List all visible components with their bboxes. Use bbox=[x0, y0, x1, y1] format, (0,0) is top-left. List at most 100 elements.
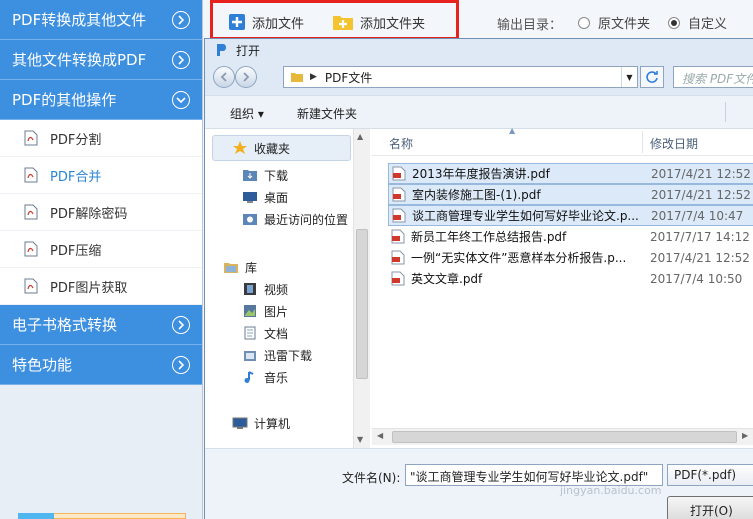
nav-label: 文档 bbox=[264, 326, 289, 341]
nav-pictures[interactable]: 图片 bbox=[205, 301, 288, 321]
nav-label: 音乐 bbox=[264, 370, 289, 385]
file-row[interactable]: 英文文章.pdf 2017/7/4 10:50 bbox=[388, 268, 753, 289]
sort-caret-icon: ▲ bbox=[509, 126, 516, 135]
downloads-folder-icon bbox=[243, 170, 257, 181]
file-row[interactable]: 谈工商管理专业学生如何写好毕业论文.p... 2017/7/4 10:47 bbox=[388, 205, 753, 226]
sidebar-item-pdf-merge[interactable]: PDF合并 bbox=[0, 157, 202, 194]
radio-custom[interactable]: 自定义 bbox=[668, 13, 727, 32]
breadcrumb-arrow-icon: ▶ bbox=[310, 72, 317, 82]
forward-arrow-icon bbox=[243, 72, 250, 82]
category-pdf-to-other[interactable]: PDF转换成其他文件 bbox=[0, 0, 202, 40]
nav-label: 视频 bbox=[264, 282, 289, 297]
scrollbar-thumb[interactable] bbox=[356, 229, 368, 379]
star-icon bbox=[233, 141, 247, 154]
sidebar-item-label: PDF解除密码 bbox=[50, 206, 128, 222]
address-bar[interactable]: ▶ PDF文件 ▼ bbox=[283, 66, 638, 88]
refresh-button[interactable] bbox=[640, 66, 664, 88]
new-folder-button[interactable]: 新建文件夹 bbox=[297, 105, 357, 122]
sidebar-item-pdf-compress[interactable]: PDF压缩 bbox=[0, 231, 202, 268]
computer-icon bbox=[232, 417, 248, 429]
folder-icon bbox=[291, 73, 303, 82]
pdf-file-icon bbox=[24, 204, 38, 220]
organize-button[interactable]: 组织 ▾ bbox=[230, 105, 264, 122]
sidebar-item-pdf-split[interactable]: PDF分割 bbox=[0, 120, 202, 157]
file-row[interactable]: 室内装修施工图-(1).pdf 2017/4/21 12:52 bbox=[388, 184, 753, 205]
category-special-features[interactable]: 特色功能 bbox=[0, 345, 202, 385]
pdf-file-icon bbox=[391, 250, 405, 265]
promo-banner[interactable] bbox=[18, 513, 186, 519]
scroll-down-icon[interactable]: ▼ bbox=[357, 435, 363, 444]
output-dir-label: 输出目录： bbox=[497, 18, 563, 33]
chevron-down-icon bbox=[172, 90, 190, 109]
scrollbar-thumb[interactable] bbox=[392, 431, 737, 443]
back-button[interactable] bbox=[213, 66, 235, 88]
sidebar-item-label: PDF分割 bbox=[50, 132, 102, 148]
watermark: jingyan.baidu.com bbox=[560, 484, 662, 497]
file-row[interactable]: 新员工年终工作总结报告.pdf 2017/7/17 14:12 bbox=[388, 226, 753, 247]
file-date: 2017/4/21 12:52 bbox=[651, 187, 751, 202]
filename-input[interactable]: "谈工商管理专业学生如何写好毕业论文.pdf" bbox=[405, 464, 663, 486]
nav-scrollbar[interactable]: ▲ ▼ bbox=[353, 129, 370, 448]
nav-desktop[interactable]: 桌面 bbox=[205, 187, 288, 207]
desktop-icon bbox=[243, 192, 257, 203]
pictures-icon bbox=[244, 305, 256, 317]
category-label: PDF的其他操作 bbox=[12, 91, 117, 109]
sidebar-item-pdf-unlock[interactable]: PDF解除密码 bbox=[0, 194, 202, 231]
nav-favorites[interactable]: 收藏夹 bbox=[212, 135, 351, 161]
pdf-file-icon bbox=[24, 278, 38, 294]
category-label: PDF转换成其他文件 bbox=[12, 11, 147, 29]
back-arrow-icon bbox=[220, 72, 227, 82]
filetype-select[interactable]: PDF(*.pdf) bbox=[667, 464, 753, 486]
nav-computer[interactable]: 计算机 bbox=[205, 413, 290, 433]
sidebar-item-pdf-image-extract[interactable]: PDF图片获取 bbox=[0, 268, 202, 305]
file-name: 室内装修施工图-(1).pdf bbox=[412, 188, 541, 202]
command-bar: 组织 ▾ 新建文件夹 bbox=[205, 95, 753, 129]
nav-videos[interactable]: 视频 bbox=[205, 279, 288, 299]
sidebar: PDF转换成其他文件 其他文件转换成PDF PDF的其他操作 PDF分割 PDF… bbox=[0, 0, 203, 519]
nav-downloads[interactable]: 下载 bbox=[205, 165, 288, 185]
nav-label: 下载 bbox=[264, 168, 289, 183]
category-other-to-pdf[interactable]: 其他文件转换成PDF bbox=[0, 40, 202, 80]
file-row[interactable]: 2013年年度报告演讲.pdf 2017/4/21 12:52 bbox=[388, 163, 753, 184]
category-ebook-convert[interactable]: 电子书格式转换 bbox=[0, 305, 202, 345]
annotation-highlight-box bbox=[210, 0, 459, 40]
nav-label: 图片 bbox=[264, 304, 289, 319]
sidebar-item-label: PDF图片获取 bbox=[50, 280, 128, 296]
filename-label: 文件名(N): bbox=[342, 471, 401, 485]
category-pdf-other-ops[interactable]: PDF的其他操作 bbox=[0, 80, 202, 120]
nav-music[interactable]: 音乐 bbox=[205, 367, 288, 387]
pdf-file-icon bbox=[24, 130, 38, 146]
navigation-pane: 收藏夹 下载 桌面 最近访问的位置 库 视频 图片 文档 迅雷下载 音乐 计算机… bbox=[205, 129, 370, 448]
scroll-up-icon[interactable]: ▲ bbox=[357, 132, 363, 141]
file-date: 2017/7/17 14:12 bbox=[650, 229, 750, 244]
column-date-modified[interactable]: 修改日期 bbox=[650, 135, 698, 152]
documents-icon bbox=[244, 326, 256, 340]
chevron-right-icon bbox=[172, 355, 190, 374]
chevron-right-icon bbox=[172, 10, 190, 29]
scroll-right-icon[interactable]: ▶ bbox=[742, 431, 748, 440]
nav-libraries[interactable]: 库 bbox=[205, 257, 257, 277]
app-logo-icon bbox=[217, 44, 226, 56]
nav-thunder-downloads[interactable]: 迅雷下载 bbox=[205, 345, 312, 365]
scroll-left-icon[interactable]: ◀ bbox=[377, 431, 383, 440]
column-name[interactable]: 名称 bbox=[389, 135, 413, 152]
open-button[interactable]: 打开(O) bbox=[667, 496, 753, 519]
file-name: 新员工年终工作总结报告.pdf bbox=[411, 230, 567, 244]
category-label: 其他文件转换成PDF bbox=[12, 51, 147, 69]
address-path: PDF文件 bbox=[324, 70, 373, 85]
nav-label: 最近访问的位置 bbox=[264, 212, 349, 227]
category-label: 电子书格式转换 bbox=[12, 316, 118, 334]
pdf-file-icon bbox=[391, 271, 405, 286]
address-dropdown-icon[interactable]: ▼ bbox=[621, 67, 637, 87]
forward-button[interactable] bbox=[235, 66, 257, 88]
nav-documents[interactable]: 文档 bbox=[205, 323, 288, 343]
radio-original-folder[interactable]: 原文件夹 bbox=[578, 13, 650, 32]
file-list: ▲ 名称 修改日期 2013年年度报告演讲.pdf 2017/4/21 12:5… bbox=[372, 126, 753, 448]
nav-label: 桌面 bbox=[264, 190, 289, 205]
nav-recent-places[interactable]: 最近访问的位置 bbox=[205, 209, 348, 229]
file-name: 英文文章.pdf bbox=[411, 272, 483, 286]
file-row[interactable]: 一例“无实体文件”恶意样本分析报告.p... 2017/4/21 12:52 bbox=[388, 247, 753, 268]
file-list-hscrollbar[interactable]: ◀ ▶ bbox=[372, 428, 753, 445]
column-divider[interactable] bbox=[642, 131, 643, 153]
search-input[interactable]: 搜索 PDF文件 bbox=[673, 66, 753, 88]
